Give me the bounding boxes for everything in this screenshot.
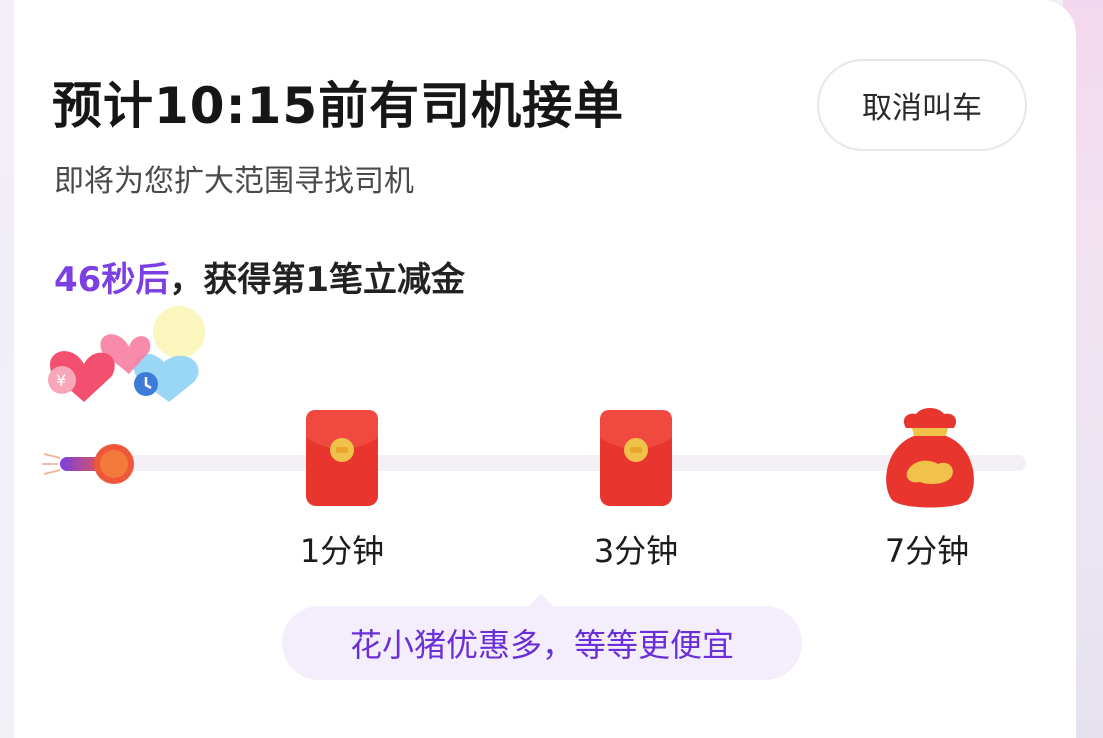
svg-text:¥: ¥ <box>56 371 66 390</box>
countdown-time: 46秒后 <box>54 260 170 300</box>
promo-tip-bubble: 花小猪优惠多，等等更便宜 <box>282 606 802 680</box>
countdown-text: ，获得第1笔立减金 <box>169 260 465 300</box>
red-envelope-icon <box>600 410 672 506</box>
cancel-ride-button[interactable]: 取消叫车 <box>817 59 1027 151</box>
page-title: 预计10:15前有司机接单 <box>52 77 625 135</box>
red-envelope-icon <box>306 410 378 506</box>
money-bag-icon <box>886 408 974 508</box>
milestone-label-7min: 7分钟 <box>884 532 970 570</box>
milestone-label-1min: 1分钟 <box>299 532 385 570</box>
page-subtitle: 即将为您扩大范围寻找司机 <box>54 164 414 199</box>
hearts-decoration-icon: ¥ <box>48 306 205 402</box>
milestone-label-3min: 3分钟 <box>593 532 679 570</box>
progress-indicator-icon <box>42 444 134 484</box>
reward-countdown: 46秒后，获得第1笔立减金 <box>54 252 465 301</box>
